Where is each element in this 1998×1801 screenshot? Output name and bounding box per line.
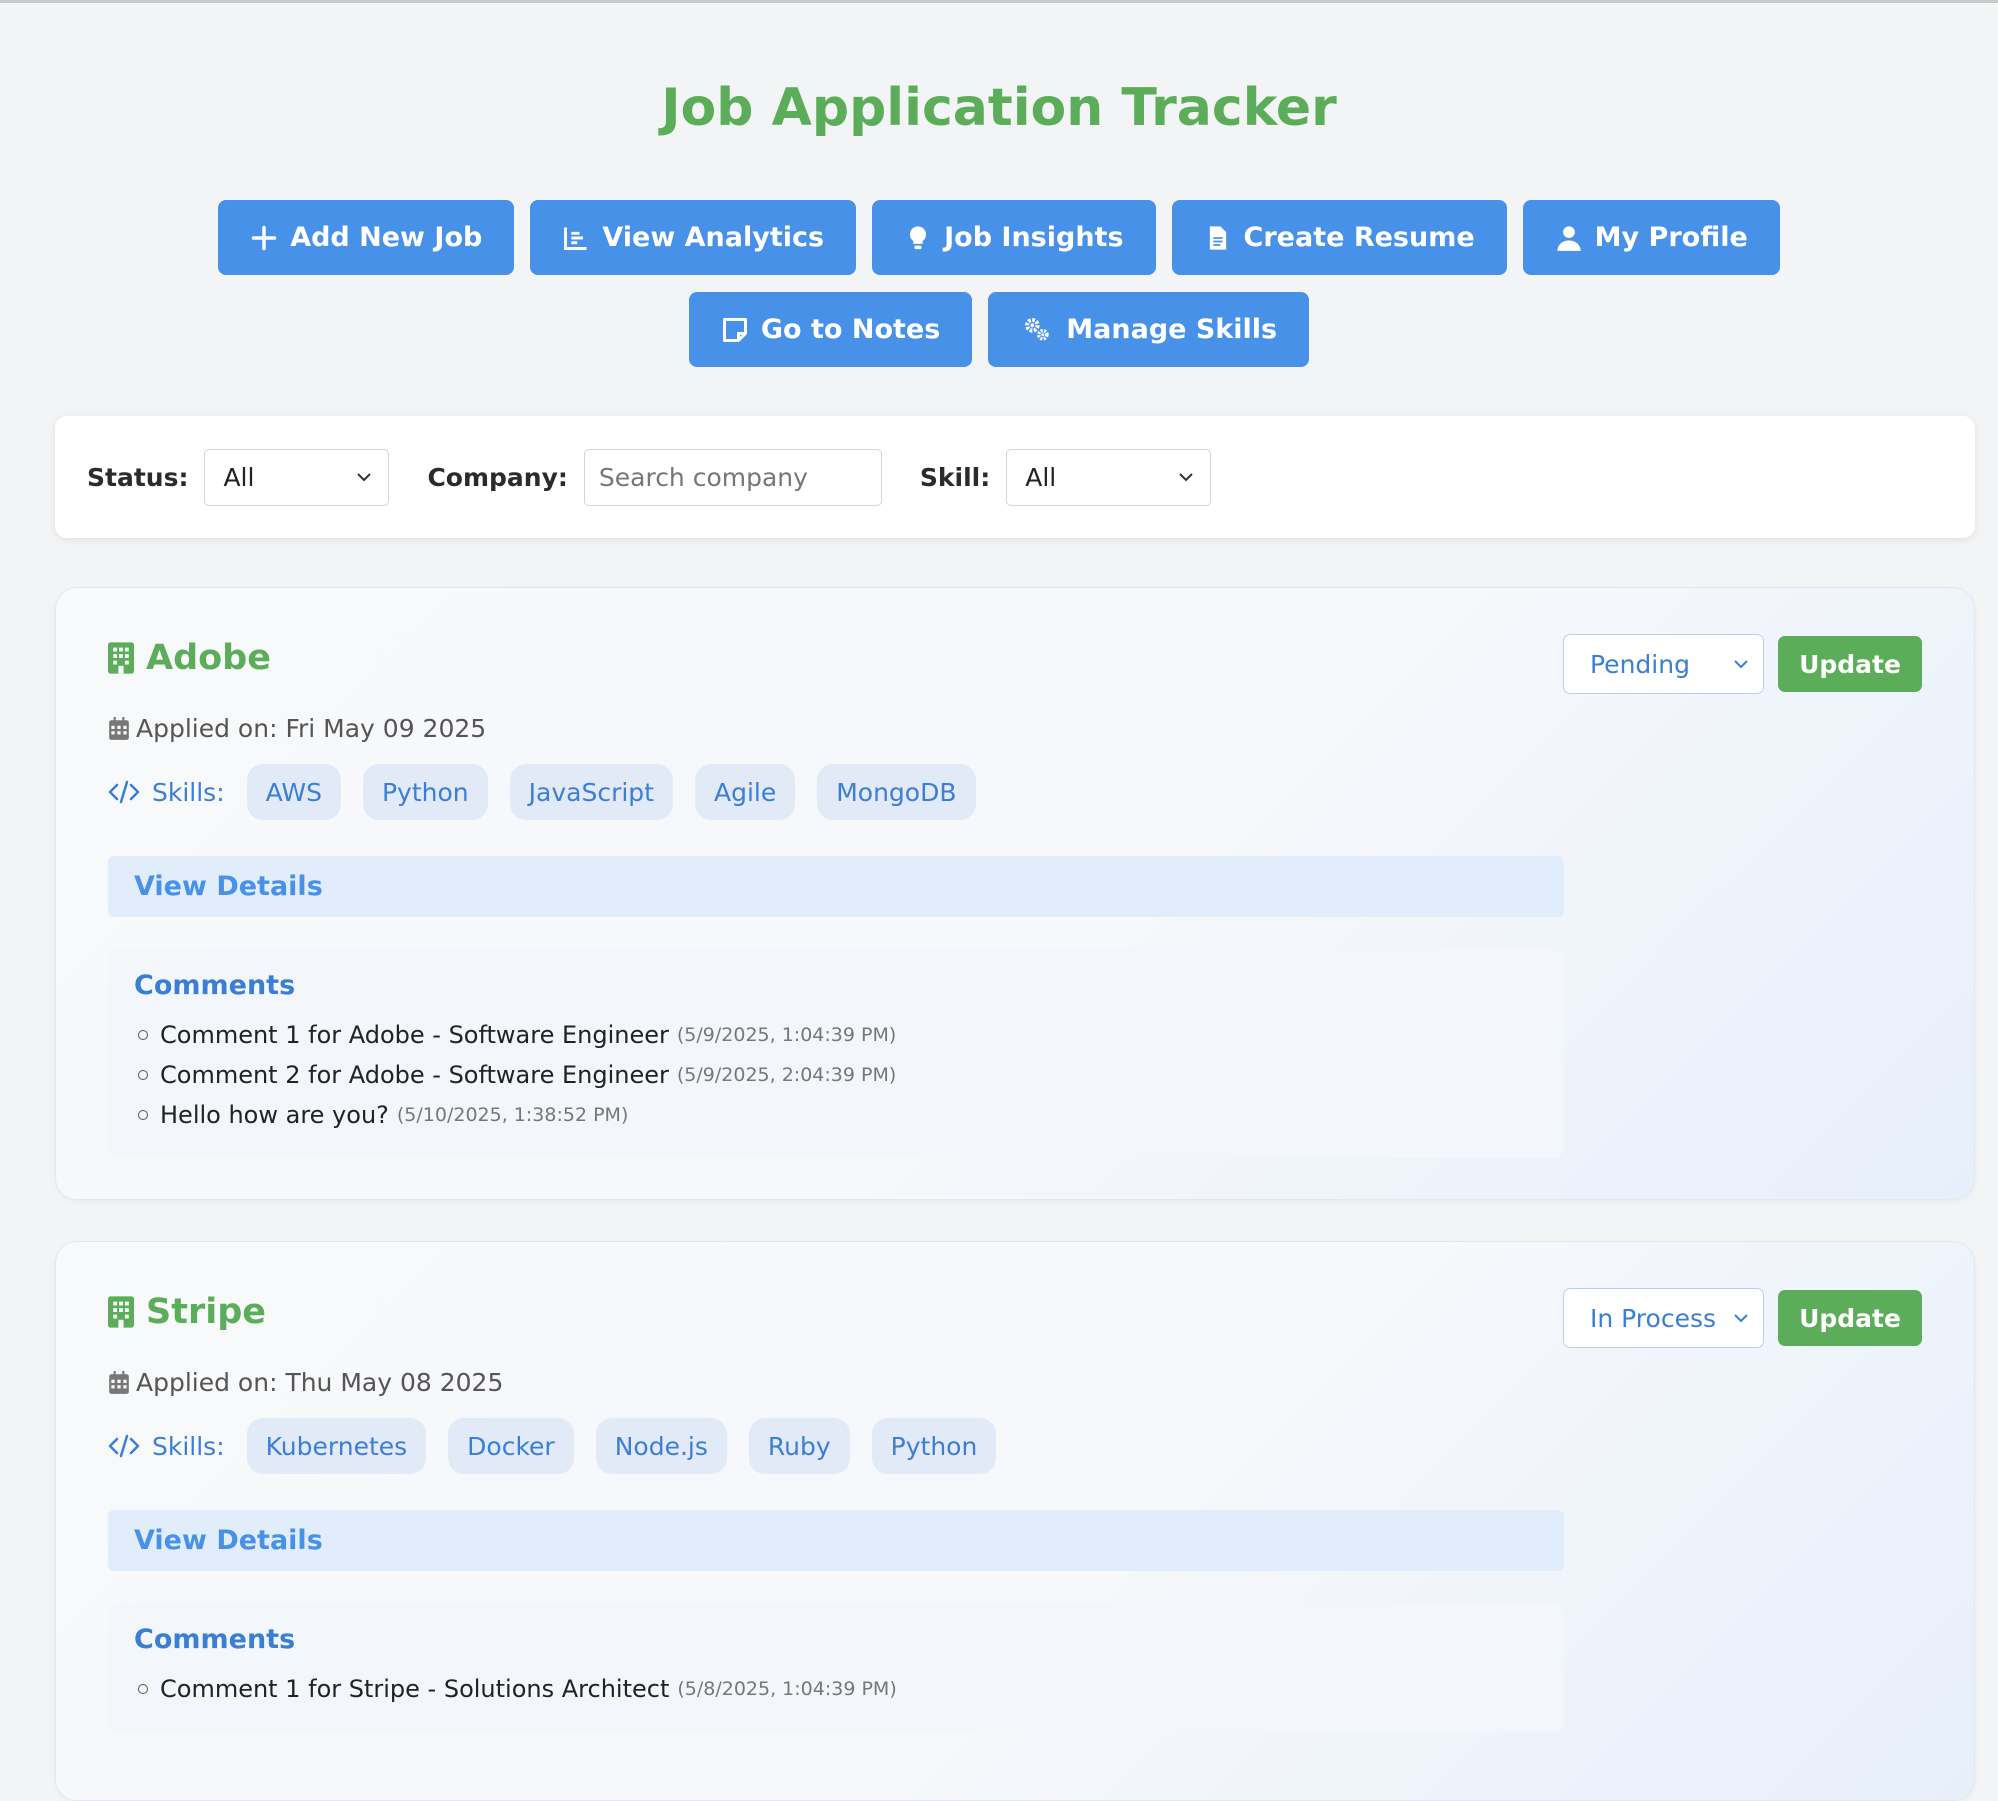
plus-icon — [251, 225, 277, 250]
chevron-down-icon — [1734, 1314, 1748, 1323]
view-analytics-button[interactable]: View Analytics — [530, 200, 857, 275]
company-name-text: Adobe — [146, 638, 271, 678]
skill-chip: JavaScript — [509, 764, 673, 820]
company-filter-label: Company: — [427, 462, 568, 492]
company-search-input[interactable] — [583, 448, 882, 506]
skill-filter-select[interactable]: All — [1006, 448, 1212, 506]
skills-label: Skills: — [108, 778, 225, 807]
lightbulb-icon — [910, 225, 927, 249]
comments-heading: Comments — [134, 970, 296, 1001]
skill-chip: Python — [362, 764, 488, 820]
company-name-text: Stripe — [146, 1292, 266, 1332]
skill-chip: Agile — [694, 764, 796, 820]
skills-list: Skills: Kubernetes Docker Node.js Ruby P… — [108, 1418, 997, 1474]
building-icon — [108, 642, 134, 674]
job-card: Adobe Applied on: Fri May 09 2025 Skills… — [55, 587, 1975, 1200]
go-to-notes-button[interactable]: Go to Notes — [688, 292, 973, 367]
gears-icon — [1025, 317, 1049, 340]
view-details-toggle[interactable]: View Details — [108, 1510, 1564, 1571]
comment-timestamp: (5/8/2025, 1:04:39 PM) — [677, 1678, 897, 1700]
view-analytics-label: View Analytics — [602, 222, 825, 253]
status-select[interactable]: In Process — [1563, 1288, 1764, 1348]
comment-text: Comment 1 for Adobe - Software Engineer — [160, 1021, 669, 1049]
status-select-value: Pending — [1590, 649, 1690, 679]
job-card: Stripe Applied on: Thu May 08 2025 Skill… — [55, 1241, 1975, 1801]
status-filter-value: All — [223, 462, 255, 492]
job-insights-button[interactable]: Job Insights — [872, 200, 1156, 275]
skill-chip: Docker — [448, 1418, 574, 1474]
comment-timestamp: (5/10/2025, 1:38:52 PM) — [396, 1104, 629, 1126]
update-status-button[interactable]: Update — [1778, 1290, 1922, 1346]
update-status-button[interactable]: Update — [1778, 636, 1922, 692]
comment-item: Hello how are you? (5/10/2025, 1:38:52 PM… — [134, 1095, 1538, 1135]
chart-icon — [564, 227, 587, 250]
code-icon — [108, 1434, 140, 1458]
skill-chip: Ruby — [748, 1418, 850, 1474]
create-resume-button[interactable]: Create Resume — [1171, 200, 1507, 275]
skills-label: Skills: — [108, 1432, 225, 1461]
comment-text: Hello how are you? — [160, 1101, 389, 1129]
comment-item: Comment 1 for Adobe - Software Engineer (… — [134, 1015, 1538, 1055]
skill-chip: AWS — [246, 764, 341, 820]
skills-label-text: Skills: — [152, 1431, 225, 1461]
toolbar: Add New Job View Analytics Job Insights … — [0, 200, 1998, 367]
applied-date-text: Applied on: Fri May 09 2025 — [136, 714, 487, 743]
create-resume-label: Create Resume — [1243, 222, 1475, 253]
comment-item: Comment 1 for Stripe - Solutions Archite… — [134, 1669, 1538, 1709]
comment-item: Comment 2 for Adobe - Software Engineer (… — [134, 1055, 1538, 1095]
comments-list: Comment 1 for Adobe - Software Engineer (… — [134, 1015, 1538, 1135]
code-icon — [108, 780, 140, 804]
document-icon — [1209, 225, 1226, 250]
skill-filter-label: Skill: — [919, 462, 991, 492]
status-filter-select[interactable]: All — [204, 448, 390, 506]
company-name: Adobe — [108, 638, 271, 678]
applied-date: Applied on: Fri May 09 2025 — [108, 714, 486, 743]
skills-list: Skills: AWS Python JavaScript Agile Mong… — [108, 764, 976, 820]
add-new-job-label: Add New Job — [290, 222, 483, 253]
chevron-down-icon — [357, 473, 372, 482]
job-insights-label: Job Insights — [944, 222, 1124, 253]
comments-heading: Comments — [134, 1624, 296, 1655]
skill-chip: Python — [871, 1418, 997, 1474]
my-profile-label: My Profile — [1594, 222, 1748, 253]
note-icon — [722, 317, 747, 342]
status-select[interactable]: Pending — [1563, 634, 1764, 694]
skill-chip: MongoDB — [817, 764, 976, 820]
calendar-icon — [109, 1370, 129, 1394]
comments-section: Comments Comment 1 for Adobe - Software … — [108, 950, 1564, 1158]
building-icon — [108, 1296, 134, 1328]
skill-filter-value: All — [1025, 462, 1057, 492]
chevron-down-icon — [1734, 660, 1748, 669]
go-to-notes-label: Go to Notes — [760, 314, 941, 345]
view-details-toggle[interactable]: View Details — [108, 856, 1564, 917]
comment-text: Comment 2 for Adobe - Software Engineer — [160, 1061, 669, 1089]
top-border — [0, 0, 1998, 3]
filter-bar: Status: All Company: Skill: All — [55, 416, 1975, 538]
company-name: Stripe — [108, 1292, 266, 1332]
skill-chip: Kubernetes — [246, 1418, 427, 1474]
status-filter-label: Status: — [87, 462, 189, 492]
comments-list: Comment 1 for Stripe - Solutions Archite… — [134, 1669, 1538, 1709]
skill-chip: Node.js — [595, 1418, 727, 1474]
calendar-icon — [109, 716, 129, 740]
manage-skills-label: Manage Skills — [1066, 314, 1278, 345]
page-title: Job Application Tracker — [661, 78, 1337, 138]
comments-section: Comments Comment 1 for Stripe - Solution… — [108, 1604, 1564, 1732]
applied-date-text: Applied on: Thu May 08 2025 — [136, 1368, 504, 1397]
manage-skills-button[interactable]: Manage Skills — [988, 292, 1310, 367]
chevron-down-icon — [1179, 473, 1193, 482]
applied-date: Applied on: Thu May 08 2025 — [108, 1368, 503, 1397]
my-profile-button[interactable]: My Profile — [1522, 200, 1780, 275]
status-select-value: In Process — [1590, 1303, 1717, 1333]
add-new-job-button[interactable]: Add New Job — [218, 200, 515, 275]
user-icon — [1557, 225, 1581, 251]
comment-timestamp: (5/9/2025, 2:04:39 PM) — [676, 1064, 897, 1086]
comment-timestamp: (5/9/2025, 1:04:39 PM) — [676, 1024, 897, 1046]
comment-text: Comment 1 for Stripe - Solutions Archite… — [160, 1675, 670, 1703]
skills-label-text: Skills: — [152, 777, 225, 807]
